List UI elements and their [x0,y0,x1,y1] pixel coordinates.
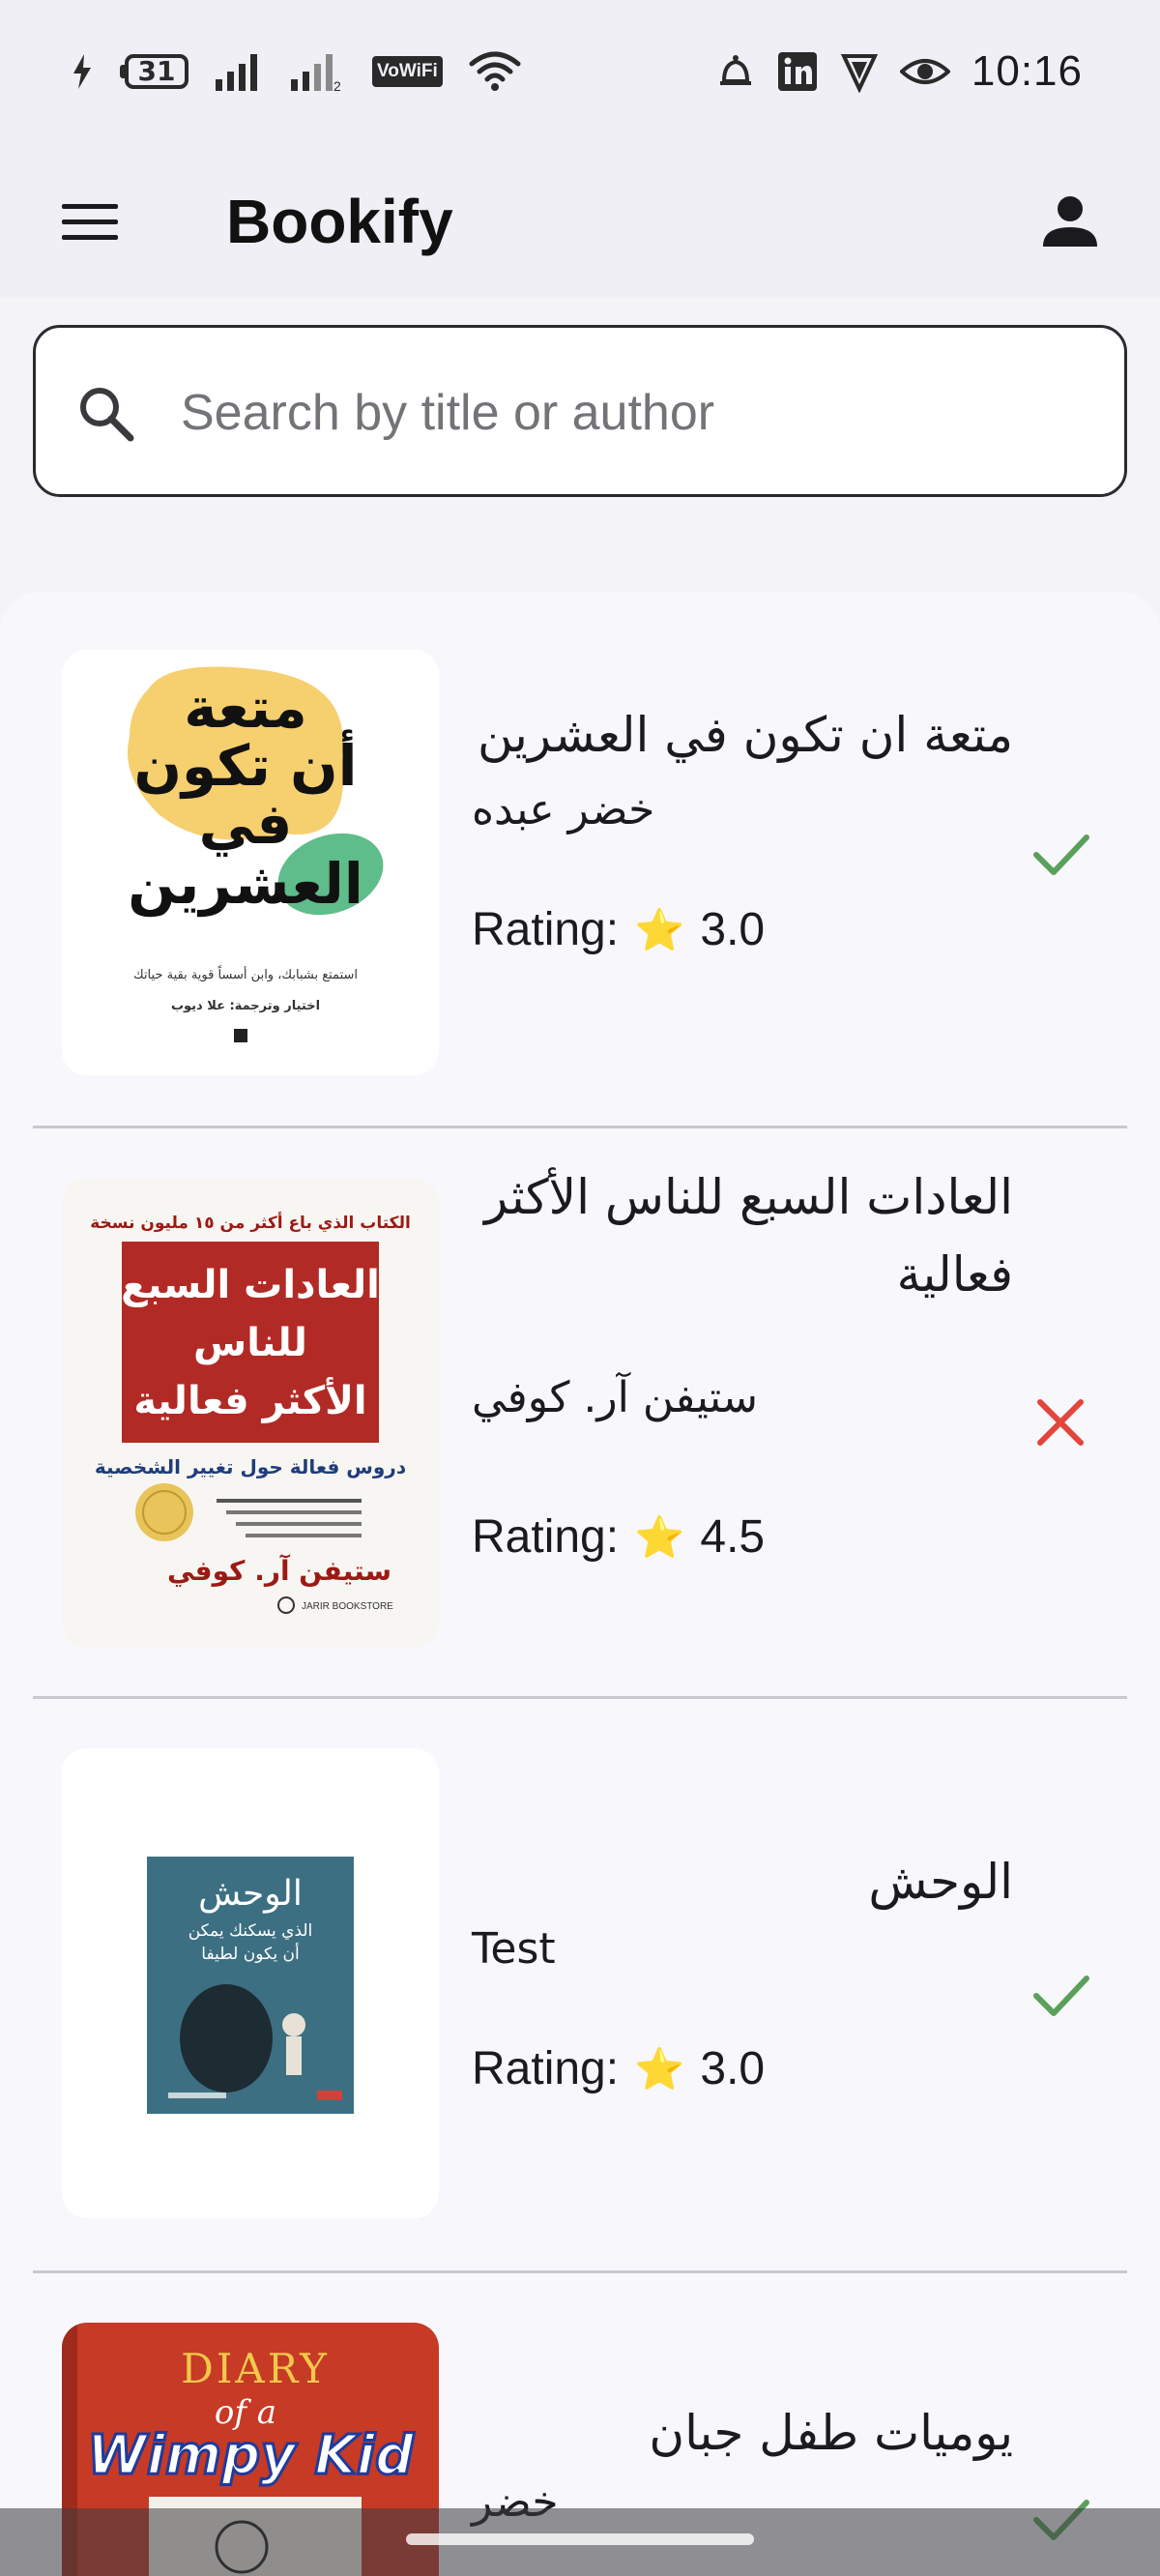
book-title: متعة ان تكون في العشرين [477,707,1013,763]
book-item[interactable]: الكتاب الذي باع أكثر من ١٥ مليون نسخة ال… [0,1129,1160,1702]
cover-subtitle: استمتع بشبابك، وابن أسساً قوية بقية حيات… [133,965,358,982]
search-bar[interactable] [33,325,1127,497]
book-cover-art-2: الكتاب الذي باع أكثر من ١٥ مليون نسخة ال… [62,1178,439,1648]
star-icon: ⭐ [634,907,685,952]
check-icon [1033,834,1089,875]
cover-title-line: الوحش [198,1874,303,1914]
book-rating: Rating: ⭐ 3.0 [472,899,765,961]
rating-label: Rating: [472,2043,620,2094]
alarm-icon [719,55,751,85]
close-icon [1037,1399,1084,1446]
book-rating: Rating: ⭐ 3.0 [472,2038,765,2100]
cover-publisher: JARIR BOOKSTORE [302,1601,393,1612]
gesture-nav-bar [0,2508,1160,2576]
app-title: Bookify [226,187,453,256]
cover-subtitle: دروس فعالة حول تغيير الشخصية [95,1455,406,1478]
battery-icon: 31 [120,54,188,89]
linkedin-icon [777,52,817,91]
book-list: متعة أن تكون في العشرين استمتع بشبابك، و… [0,592,1160,2576]
rating-label: Rating: [472,1511,620,1563]
cover-title-line: الأكثر فعالية [133,1376,366,1423]
divider [33,1696,1127,1699]
book-item[interactable]: الوحش الذي يسكنك يمكن أن يكون لطيفا الوح… [0,1700,1160,2274]
gesture-handle[interactable] [406,2533,754,2545]
book-item[interactable]: متعة أن تكون في العشرين استمتع بشبابك، و… [0,592,1160,1129]
svg-text:2: 2 [334,78,341,93]
publisher-logo-icon [317,2091,342,2100]
star-icon: ⭐ [634,2046,685,2092]
status-left-icons: 31 2 VoWiFi [70,43,522,101]
cover-title-line: للناس [193,1321,307,1365]
cover-credit: اختيار وترجمة: علا ديوب [171,999,320,1013]
cover-title-line: العادات السبع [121,1263,380,1307]
search-input[interactable] [181,366,1089,459]
account-icon[interactable] [1027,178,1114,265]
book-author: خضر عبده [472,785,655,834]
book-rating: Rating: ⭐ 4.5 [472,1507,765,1568]
cover-title-line: أن يكون لطيفا [201,1943,299,1964]
book-author: Test [472,1924,556,1974]
search-icon [80,388,134,442]
cover-title-line: أن تكون [134,729,358,800]
signal-roaming-icon: 2 [291,54,341,93]
cover-title-line: في [199,791,293,857]
cover-top-line: الكتاب الذي باع أكثر من ١٥ مليون نسخة [90,1212,411,1233]
cover-title-line: Wimpy Kid [87,2424,415,2487]
clock: 10:16 [971,47,1083,95]
signal-strength-icon [216,54,257,91]
star-icon: ⭐ [634,1514,685,1560]
check-icon [1033,1976,1089,2016]
status-right-icons: 10:16 [716,43,1083,101]
divider [33,2270,1127,2273]
book-title: الوحش [868,1854,1013,1910]
charging-icon [73,54,91,89]
cover-title-line: الذي يسكنك يمكن [188,1921,313,1941]
battery-level: 31 [125,54,188,89]
vpn-shield-icon [840,54,879,93]
vowifi-icon: VoWiFi [372,56,443,87]
divider [33,1126,1127,1128]
book-cover: الوحش الذي يسكنك يمكن أن يكون لطيفا [62,1748,439,2218]
book-title: يوميات طفل جبان [649,2405,1013,2461]
eye-icon [899,59,950,84]
menu-icon[interactable] [56,188,124,255]
cover-author: ستيفن آر. كوفي [167,1554,392,1587]
book-title: العادات السبع للناس الأكثر فعالية [484,1169,1013,1303]
book-cover: متعة أن تكون في العشرين استمتع بشبابك، و… [62,650,439,1075]
wifi-icon [469,51,521,91]
cover-title-line: متعة [184,675,307,741]
rating-value: 3.0 [700,2043,766,2094]
rating-label: Rating: [472,904,620,955]
book-cover-art-1: متعة أن تكون في العشرين استمتع بشبابك، و… [62,650,439,1075]
book-author: ستيفن آر. كوفي [472,1373,758,1422]
publisher-logo-icon [234,1029,247,1042]
book-cover-art-3: الوحش الذي يسكنك يمكن أن يكون لطيفا [62,1748,439,2218]
status-bar: 31 2 VoWiFi 10:16 [0,0,1160,145]
cover-title-line: DIARY [181,2345,330,2392]
rating-value: 3.0 [700,904,766,955]
book-cover: الكتاب الذي باع أكثر من ١٥ مليون نسخة ال… [62,1178,439,1648]
rating-value: 4.5 [700,1511,766,1563]
app-bar: Bookify [0,145,1160,298]
cover-title-line: العشرين [128,851,362,918]
